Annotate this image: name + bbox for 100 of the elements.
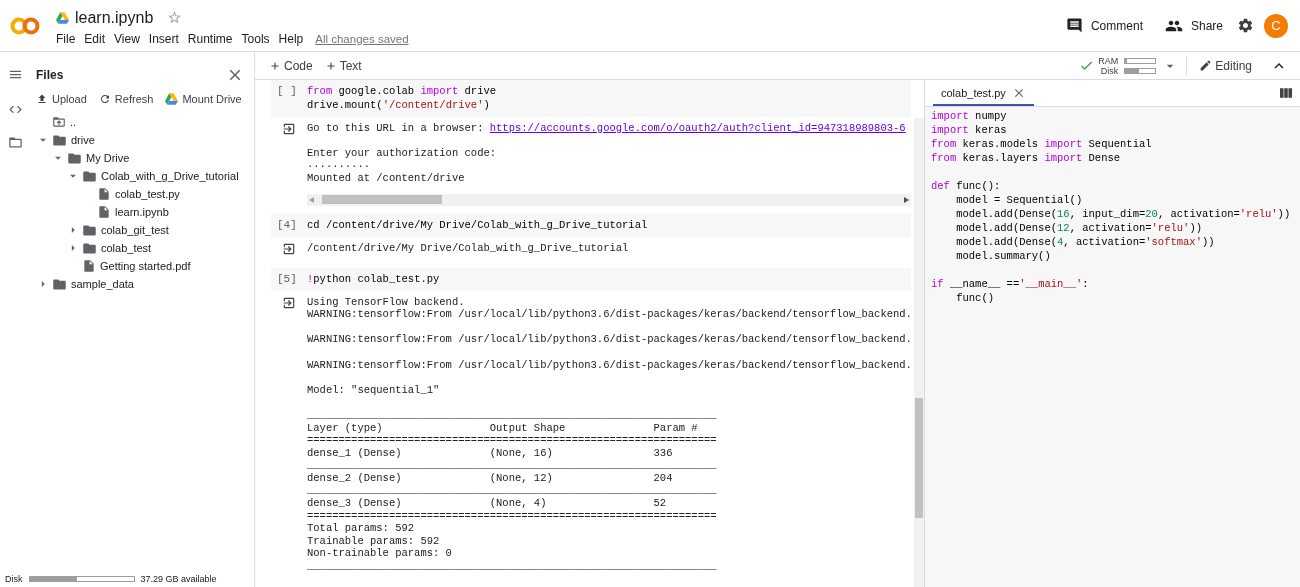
output-line: WARNING:tensorflow:From /usr/local/lib/python3.6/dist-packages/keras/backend/tensorflow_backend. xyxy=(307,333,911,346)
folder-icon[interactable] xyxy=(7,135,23,150)
output-text: Go to this URL in a browser: xyxy=(307,122,485,134)
code-line: import keras xyxy=(931,123,1008,137)
disk-label: Disk xyxy=(5,574,23,584)
code-line: import numpy xyxy=(931,109,1008,123)
save-status-link[interactable]: All changes saved xyxy=(315,32,409,45)
add-code-button[interactable]: Code xyxy=(265,56,317,75)
file-icon xyxy=(97,205,111,219)
tree-item[interactable]: sample_data xyxy=(71,278,134,290)
output-line: Model: "sequential_1" xyxy=(307,383,441,397)
output-line: _________________________________________________________________ xyxy=(307,560,718,573)
code-line: def func(): xyxy=(931,179,1002,193)
output-line: dense_1 (Dense) (None, 16) 336 xyxy=(307,446,674,460)
code-line: from keras.models import Sequential xyxy=(931,137,1153,151)
upload-icon xyxy=(36,93,48,105)
tree-item[interactable]: learn.ipynb xyxy=(115,206,169,218)
pencil-icon xyxy=(1199,59,1213,72)
output-line: Enter your authorization code: xyxy=(307,147,498,160)
rings-logo-icon xyxy=(10,16,40,35)
output-icon[interactable] xyxy=(282,122,296,136)
code-cell[interactable]: [5] !python colab_test.py xyxy=(271,267,911,291)
code-line: model.add(Dense(16, input_dim=20, activation='relu')) xyxy=(955,207,1292,221)
run-prompt[interactable]: [ ] xyxy=(277,82,307,112)
settings-icon[interactable] xyxy=(1237,17,1254,34)
menu-item[interactable]: Help xyxy=(278,30,304,47)
panel-title: Files xyxy=(36,68,64,82)
star-icon[interactable] xyxy=(167,10,183,25)
url-link[interactable]: https://accounts.google.com/o/oauth2/auth?client_id=947318989803-6 xyxy=(489,122,906,134)
output-line: Non-trainable params: 0 xyxy=(307,547,453,561)
tree-item[interactable]: My Drive xyxy=(86,152,130,164)
output-line: _________________________________________________________________ xyxy=(307,484,718,498)
refresh-icon xyxy=(98,93,111,105)
code-editor[interactable] xyxy=(925,107,1300,587)
code-cell[interactable]: [ ] from google.colab import drive drive.mount('/content/drive') xyxy=(271,80,911,117)
vertical-scrollbar[interactable] xyxy=(914,118,924,587)
disk-reading: 37.29 GB available xyxy=(140,574,217,584)
output-icon[interactable] xyxy=(282,295,296,310)
code-line: cd /content/drive/My Drive/Colab_with_g_Drive_tutorial xyxy=(307,217,648,232)
output-line: dense_3 (Dense) (None, 4) 52 xyxy=(307,497,668,510)
editing-button[interactable]: Editing xyxy=(1195,56,1256,75)
menu-item[interactable]: Edit xyxy=(84,30,106,47)
tree-item[interactable]: Getting started.pdf xyxy=(100,260,191,272)
tree-item[interactable]: colab_test xyxy=(101,242,152,254)
scroll-right-icon[interactable] xyxy=(904,196,909,203)
code-line: model.add(Dense(12, activation='relu')) xyxy=(955,221,1203,235)
triangle-logo-icon xyxy=(165,93,179,105)
file-icon xyxy=(82,259,96,273)
output-line: WARNING:tensorflow:From /usr/local/lib/python3.6/dist-packages/keras/backend/tensorflow_backend. xyxy=(307,358,911,372)
code-line: !python colab_test.py xyxy=(307,271,440,286)
horizontal-scrollbar[interactable] xyxy=(307,193,911,206)
output-line: WARNING:tensorflow:From /usr/local/lib/python3.6/dist-packages/keras/backend/tensorflow_backend. xyxy=(307,308,911,321)
output-line: /content/drive/My Drive/Colab_with_g_Drive_tutorial xyxy=(307,241,630,255)
tree-item[interactable]: .. xyxy=(70,116,77,128)
menu-item[interactable]: Runtime xyxy=(187,30,233,47)
tree-item[interactable]: drive xyxy=(71,134,95,146)
output-line: Total params: 592 xyxy=(307,522,416,535)
share-button[interactable]: Share xyxy=(1158,12,1229,39)
sidebar-action[interactable]: Refresh xyxy=(98,93,154,105)
output-line: _________________________________________________________________ xyxy=(307,459,718,472)
code-line: model.summary() xyxy=(955,249,1052,263)
output-line: ================================================================= xyxy=(307,509,718,523)
run-prompt[interactable]: [4] xyxy=(277,215,307,232)
columns-icon[interactable] xyxy=(1278,85,1294,101)
code-line: drive.mount('/content/drive') xyxy=(307,98,491,112)
output-line: _________________________________________________________________ xyxy=(307,408,718,422)
disk-label: Disk xyxy=(1099,65,1119,76)
code-cell[interactable]: [4] cd /content/drive/My Drive/Colab_with_g_Drive_tutorial xyxy=(271,213,911,237)
file-icon xyxy=(97,187,111,201)
tree-item[interactable]: colab_git_test xyxy=(101,224,169,236)
output-line: ================================================================= xyxy=(307,434,718,447)
code-line: model.add(Dense(4, activation='softmax')) xyxy=(955,235,1216,249)
code-line: model = Sequential() xyxy=(955,193,1084,207)
output-line: ·········· xyxy=(307,159,371,173)
notebook-title[interactable]: learn.ipynb xyxy=(75,8,154,27)
code-line: if __name__ =='__main__': xyxy=(931,277,1090,291)
code-line: from keras.layers import Dense xyxy=(931,151,1122,165)
tree-item[interactable]: Colab_with_g_Drive_tutorial xyxy=(101,170,239,182)
menu-item[interactable]: Tools xyxy=(241,30,270,47)
output-icon[interactable] xyxy=(282,241,296,256)
output-line: Layer (type) Output Shape Param # xyxy=(307,421,699,435)
menu-item[interactable]: File xyxy=(56,30,76,47)
output-line: Trainable params: 592 xyxy=(307,534,441,548)
output-line: dense_2 (Dense) (None, 12) 204 xyxy=(307,471,674,485)
menu-item[interactable]: Insert xyxy=(148,30,179,47)
code-line: func() xyxy=(955,291,995,305)
menu-item[interactable]: View xyxy=(114,30,140,47)
triangle-logo-icon xyxy=(56,11,69,24)
comment-icon xyxy=(1065,17,1083,34)
code-line: from google.colab import drive xyxy=(307,84,497,98)
sidebar-action[interactable]: Upload xyxy=(36,93,87,105)
output-line: Using TensorFlow backend. xyxy=(307,295,466,309)
sidebar-action[interactable]: Mount Drive xyxy=(165,93,242,105)
folder-up-icon xyxy=(52,115,66,129)
ram-label: RAM xyxy=(1098,55,1119,66)
comment-button[interactable]: Comment xyxy=(1059,13,1149,38)
output-line: Mounted at /content/drive xyxy=(307,172,466,185)
tree-item[interactable]: colab_test.py xyxy=(115,188,180,200)
add-text-button[interactable]: Text xyxy=(320,56,366,75)
run-prompt[interactable]: [5] xyxy=(277,269,307,286)
